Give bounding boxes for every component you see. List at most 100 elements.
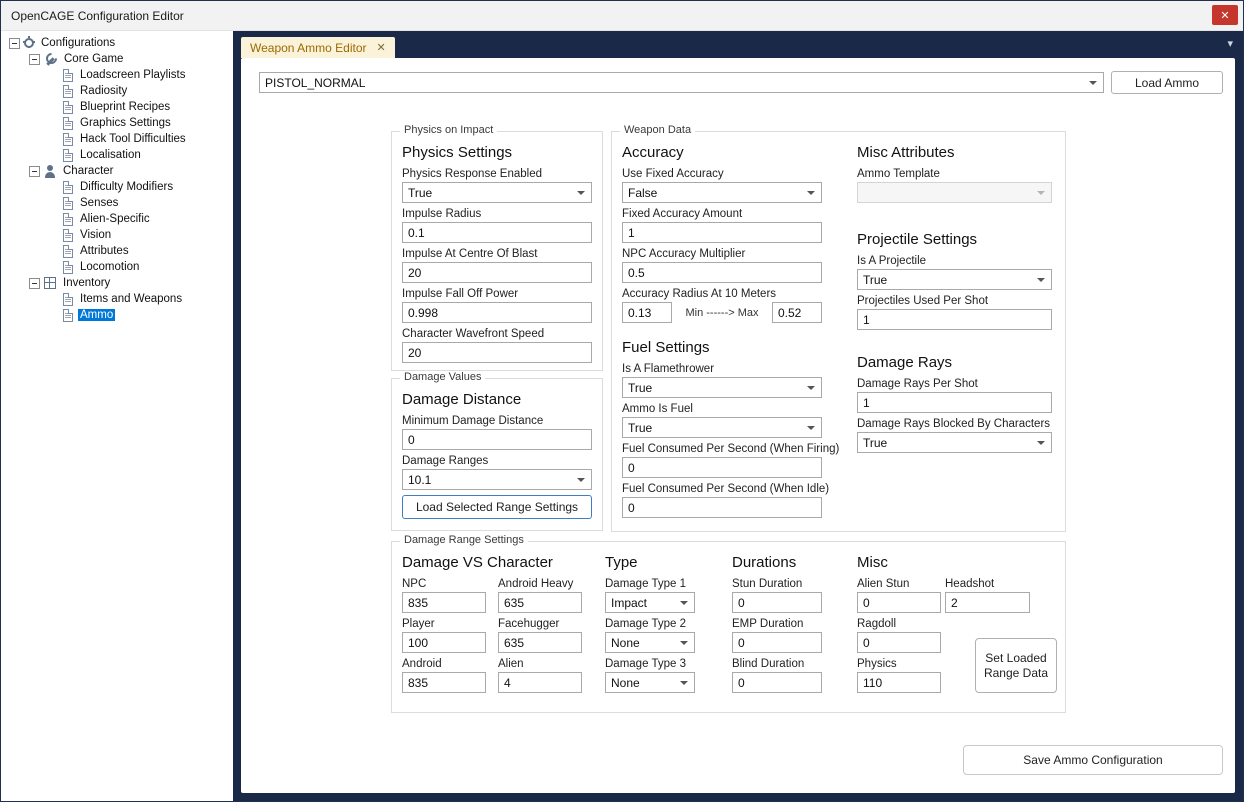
save-ammo-configuration-button[interactable]: Save Ammo Configuration [963, 745, 1223, 775]
field-label: Physics [857, 658, 941, 670]
tree-item-hack-tool-difficulties[interactable]: Hack Tool Difficulties [1, 131, 233, 147]
dropdown-arrow-icon [680, 641, 688, 645]
damage-type-2-select[interactable]: None [605, 632, 695, 653]
person-icon [44, 165, 56, 178]
android-damage-input[interactable] [402, 672, 486, 693]
facehugger-damage-input[interactable] [498, 632, 582, 653]
tree-item-vision[interactable]: Vision [1, 227, 233, 243]
min-max-label: Min ------> Max [677, 307, 767, 319]
field-label: Minimum Damage Distance [402, 415, 592, 427]
damage-range-settings-group: Damage Range Settings Damage VS Characte… [391, 541, 1066, 713]
android-heavy-damage-input[interactable] [498, 592, 582, 613]
tree-item-label: Localisation [78, 149, 143, 161]
wrench-icon [44, 53, 57, 66]
damage-type-3-select[interactable]: None [605, 672, 695, 693]
tree-item-items-and-weapons[interactable]: Items and Weapons [1, 291, 233, 307]
fuel-per-second-idle-input[interactable] [622, 497, 822, 518]
tree-item-inventory[interactable]: Inventory [1, 275, 233, 291]
collapse-icon[interactable] [9, 38, 20, 49]
window-close-button[interactable]: ✕ [1212, 5, 1238, 25]
document-icon [63, 101, 73, 114]
dropdown-arrow-icon [1037, 191, 1045, 195]
tree-item-attributes[interactable]: Attributes [1, 243, 233, 259]
npc-accuracy-multiplier-input[interactable] [622, 262, 822, 283]
physics-response-select[interactable]: True [402, 182, 592, 203]
impulse-radius-input[interactable] [402, 222, 592, 243]
headshot-input[interactable] [945, 592, 1030, 613]
damage-ranges-select[interactable]: 10.1 [402, 469, 592, 490]
stun-duration-input[interactable] [732, 592, 822, 613]
accuracy-radius-min-input[interactable] [622, 302, 672, 323]
field-label: Damage Type 2 [605, 618, 695, 630]
wavefront-speed-input[interactable] [402, 342, 592, 363]
blind-duration-input[interactable] [732, 672, 822, 693]
field-label: Damage Type 1 [605, 578, 695, 590]
damage-rays-per-shot-input[interactable] [857, 392, 1052, 413]
damage-type-1-select[interactable]: Impact [605, 592, 695, 613]
is-flamethrower-select[interactable]: True [622, 377, 822, 398]
document-icon [63, 149, 73, 162]
tree-item-ammo[interactable]: Ammo [1, 307, 233, 323]
dropdown-arrow-icon [807, 386, 815, 390]
tree-item-loadscreen-playlists[interactable]: Loadscreen Playlists [1, 67, 233, 83]
rays-blocked-select[interactable]: True [857, 432, 1052, 453]
physics-settings-heading: Physics Settings [402, 144, 592, 161]
title-bar: OpenCAGE Configuration Editor ✕ [1, 1, 1243, 31]
tree-item-label: Core Game [62, 53, 125, 65]
npc-damage-input[interactable] [402, 592, 486, 613]
group-label: Damage Values [400, 371, 485, 383]
tab-close-icon[interactable]: ✕ [377, 41, 386, 54]
min-damage-distance-input[interactable] [402, 429, 592, 450]
set-loaded-range-data-button[interactable]: Set Loaded Range Data [975, 638, 1057, 693]
tree-item-locomotion[interactable]: Locomotion [1, 259, 233, 275]
ammo-select[interactable]: PISTOL_NORMAL [259, 72, 1104, 93]
tree-item-graphics-settings[interactable]: Graphics Settings [1, 115, 233, 131]
damage-values-group: Damage Values Damage Distance Minimum Da… [391, 378, 603, 531]
document-icon [63, 69, 73, 82]
tree-item-label: Inventory [61, 277, 112, 289]
alien-damage-input[interactable] [498, 672, 582, 693]
misc-attributes-heading: Misc Attributes [857, 144, 1052, 161]
impulse-falloff-input[interactable] [402, 302, 592, 323]
dropdown-arrow-icon [680, 681, 688, 685]
headshot-field: Headshot [945, 578, 1030, 613]
player-damage-input[interactable] [402, 632, 486, 653]
ragdoll-input[interactable] [857, 632, 941, 653]
collapse-icon[interactable] [29, 166, 40, 177]
weapon-data-group: Weapon Data Accuracy Use Fixed Accuracy … [611, 131, 1066, 532]
accuracy-radius-max-input[interactable] [772, 302, 822, 323]
tree-item-label: Alien-Specific [78, 213, 152, 225]
field-label: Impulse Radius [402, 208, 592, 220]
field-label: Headshot [945, 578, 1030, 590]
tree-item-label: Radiosity [78, 85, 129, 97]
emp-duration-input[interactable] [732, 632, 822, 653]
tree-item-label: Loadscreen Playlists [78, 69, 187, 81]
dropdown-arrow-icon [680, 601, 688, 605]
collapse-icon[interactable] [29, 54, 40, 65]
is-projectile-select[interactable]: True [857, 269, 1052, 290]
fixed-accuracy-amount-input[interactable] [622, 222, 822, 243]
physics-input[interactable] [857, 672, 941, 693]
chevron-down-icon[interactable]: ▾ [1227, 37, 1233, 50]
tree-item-alien-specific[interactable]: Alien-Specific [1, 211, 233, 227]
alien-stun-input[interactable] [857, 592, 941, 613]
tree-item-character[interactable]: Character [1, 163, 233, 179]
fuel-per-second-firing-input[interactable] [622, 457, 822, 478]
load-range-settings-button[interactable]: Load Selected Range Settings [402, 495, 592, 519]
projectiles-per-shot-input[interactable] [857, 309, 1052, 330]
dropdown-arrow-icon [1089, 81, 1097, 85]
load-ammo-button[interactable]: Load Ammo [1111, 71, 1223, 94]
tree-item-difficulty-modifiers[interactable]: Difficulty Modifiers [1, 179, 233, 195]
impulse-centre-blast-input[interactable] [402, 262, 592, 283]
ammo-is-fuel-select[interactable]: True [622, 417, 822, 438]
tree-item-blueprint-recipes[interactable]: Blueprint Recipes [1, 99, 233, 115]
use-fixed-accuracy-select[interactable]: False [622, 182, 822, 203]
tree-item-core-game[interactable]: Core Game [1, 51, 233, 67]
tree-item-localisation[interactable]: Localisation [1, 147, 233, 163]
tree-item-senses[interactable]: Senses [1, 195, 233, 211]
tree-item-configurations[interactable]: Configurations [1, 35, 233, 51]
tree-item-radiosity[interactable]: Radiosity [1, 83, 233, 99]
weapon-ammo-editor-panel: PISTOL_NORMAL Load Ammo Physics on Impac… [241, 58, 1235, 793]
collapse-icon[interactable] [29, 278, 40, 289]
tab-weapon-ammo-editor[interactable]: Weapon Ammo Editor ✕ [241, 37, 395, 58]
